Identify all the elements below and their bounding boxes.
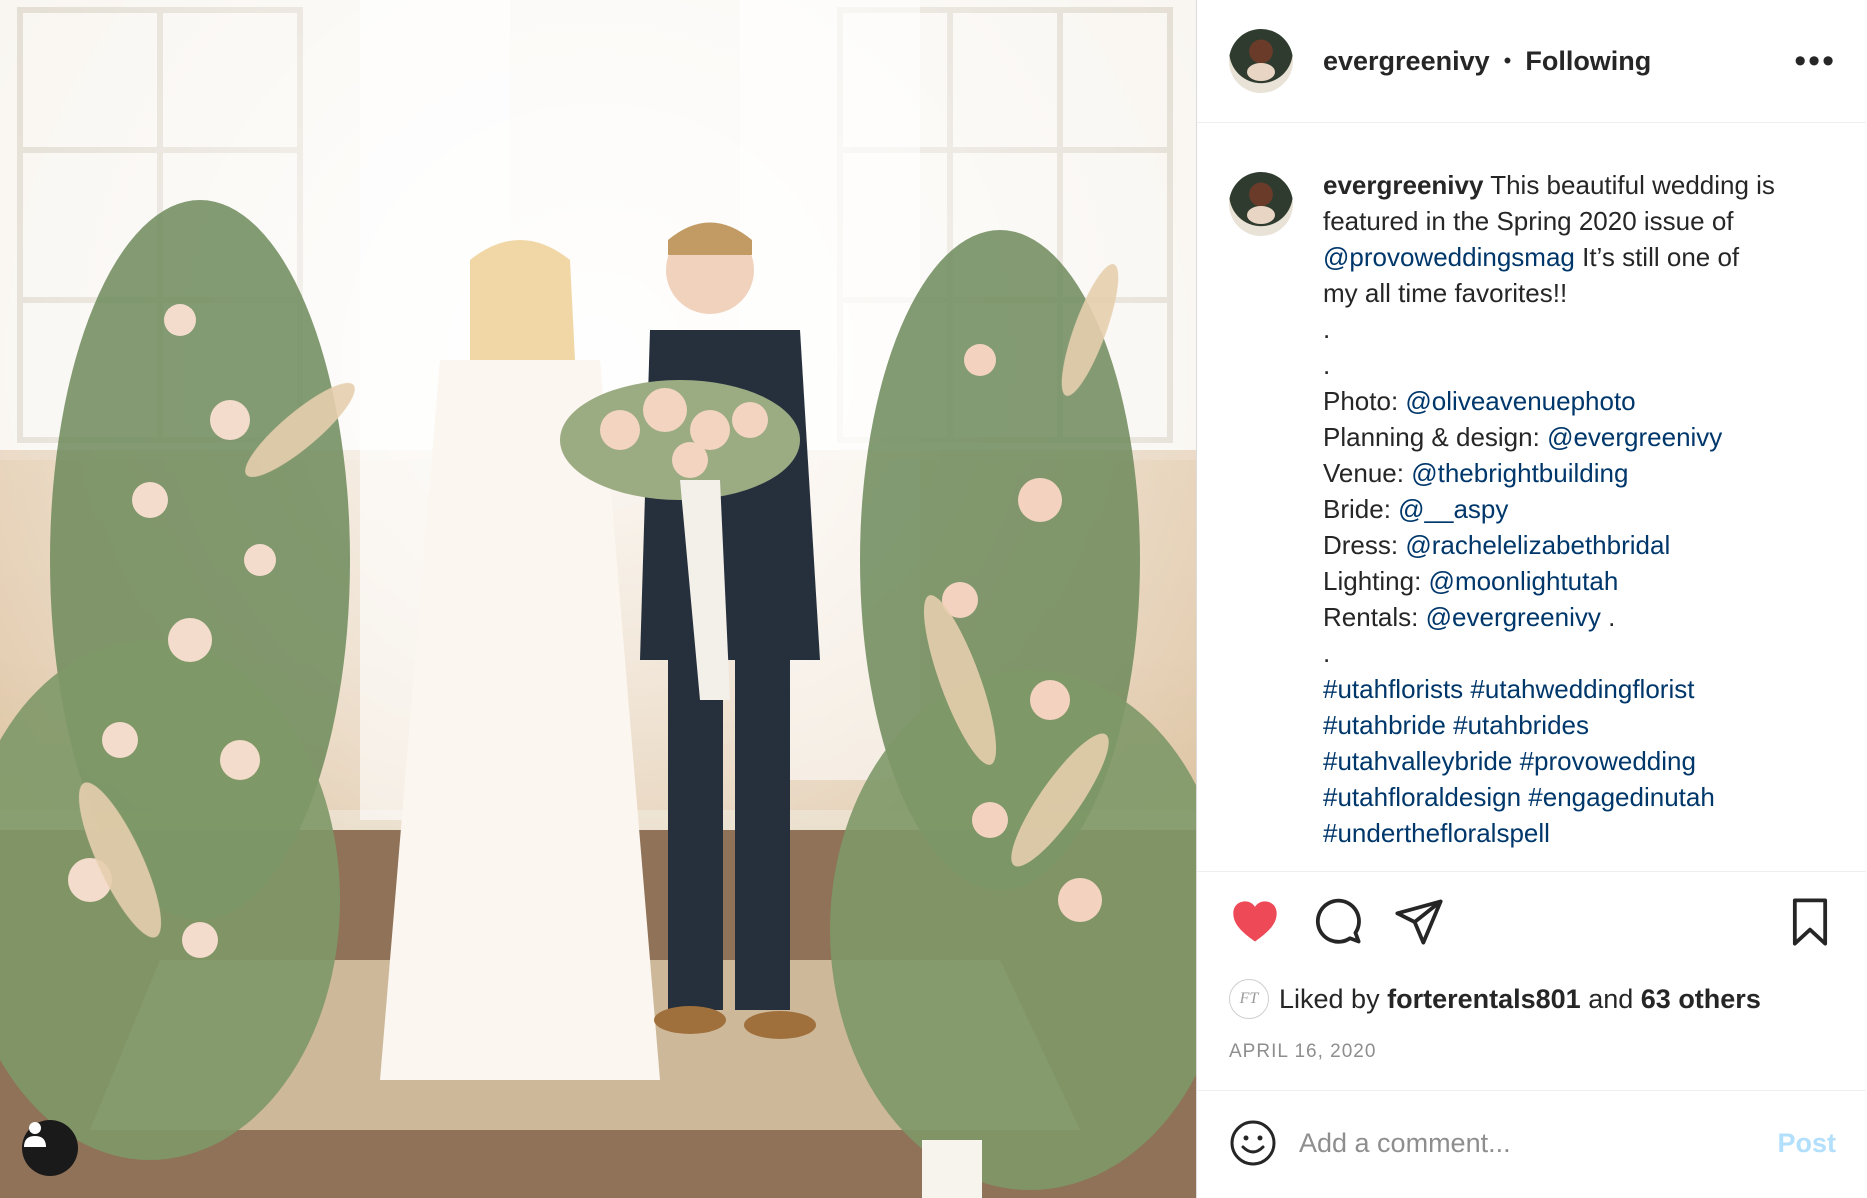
hashtag-link[interactable]: #utahbride bbox=[1323, 710, 1446, 740]
hashtag-link[interactable]: #utahvalleybride bbox=[1323, 746, 1512, 776]
liker-avatar[interactable]: FT bbox=[1229, 979, 1269, 1019]
credit-label: Photo: bbox=[1323, 386, 1399, 416]
credit-handle[interactable]: @__aspy bbox=[1398, 494, 1508, 524]
hashtag-link[interactable]: #underthefloralspell bbox=[1323, 818, 1550, 848]
hashtag-line: #utahvalleybride #provowedding bbox=[1323, 743, 1836, 779]
credit-handle[interactable]: @evergreenivy bbox=[1547, 422, 1722, 452]
hashtag-link[interactable]: #utahbrides bbox=[1453, 710, 1589, 740]
caption-username[interactable]: evergreenivy bbox=[1323, 170, 1483, 200]
comment-icon[interactable] bbox=[1311, 896, 1363, 948]
caption-text-3: It’s still one of bbox=[1582, 242, 1740, 272]
credit-line: Dress: @rachelelizabethbridal bbox=[1323, 527, 1836, 563]
post-comment-button[interactable]: Post bbox=[1777, 1128, 1836, 1159]
post-date[interactable]: APRIL 16, 2020 bbox=[1197, 1027, 1866, 1091]
credit-label: Bride: bbox=[1323, 494, 1391, 524]
post-photo[interactable] bbox=[0, 0, 1196, 1198]
hashtag-link[interactable]: #utahweddingflorist bbox=[1470, 674, 1694, 704]
caption-text-1: This beautiful wedding is bbox=[1490, 170, 1775, 200]
hashtag-link[interactable]: #provowedding bbox=[1520, 746, 1696, 776]
caption-author-avatar[interactable] bbox=[1229, 172, 1293, 236]
comment-box: Post bbox=[1197, 1091, 1866, 1195]
mention-provoweddingsmag[interactable]: @provoweddingsmag bbox=[1323, 242, 1575, 272]
credit-line: Lighting: @moonlightutah bbox=[1323, 563, 1836, 599]
credit-line: Photo: @oliveavenuephoto bbox=[1323, 383, 1836, 419]
tagged-people-button[interactable] bbox=[22, 1120, 78, 1176]
credit-handle[interactable]: @evergreenivy bbox=[1426, 602, 1601, 632]
caption-dot: . bbox=[1323, 350, 1331, 380]
likes-others-link[interactable]: 63 others bbox=[1641, 984, 1761, 1015]
hashtag-line: #utahflorists #utahweddingflorist bbox=[1323, 671, 1836, 707]
person-tag-icon bbox=[24, 1122, 46, 1147]
hashtag-line: #underthefloralspell bbox=[1323, 815, 1836, 851]
heart-icon[interactable] bbox=[1229, 896, 1281, 948]
comment-input[interactable] bbox=[1297, 1126, 1778, 1160]
caption-dot: . bbox=[1323, 638, 1331, 668]
instagram-post: evergreenivy • Following ••• evergreeniv… bbox=[0, 0, 1867, 1198]
credit-label: Lighting: bbox=[1323, 566, 1422, 596]
hashtag-line: #utahfloraldesign #engagedinutah bbox=[1323, 779, 1836, 815]
hashtag-line: #utahbride #utahbrides bbox=[1323, 707, 1836, 743]
hashtag-link[interactable]: #engagedinutah bbox=[1528, 782, 1715, 812]
author-username[interactable]: evergreenivy bbox=[1323, 46, 1490, 77]
emoji-icon[interactable] bbox=[1229, 1119, 1277, 1167]
more-options-button[interactable]: ••• bbox=[1794, 44, 1836, 78]
credit-line: Rentals: @evergreenivy . bbox=[1323, 599, 1836, 635]
share-icon[interactable] bbox=[1393, 896, 1445, 948]
credit-line: Venue: @thebrightbuilding bbox=[1323, 455, 1836, 491]
action-bar bbox=[1197, 871, 1866, 971]
hashtag-link[interactable]: #utahfloraldesign bbox=[1323, 782, 1521, 812]
credit-label: Dress: bbox=[1323, 530, 1399, 560]
author-avatar[interactable] bbox=[1229, 29, 1293, 93]
credit-handle[interactable]: @rachelelizabethbridal bbox=[1405, 530, 1670, 560]
credit-handle[interactable]: @moonlightutah bbox=[1429, 566, 1619, 596]
header-separator: • bbox=[1503, 48, 1512, 73]
caption-text: evergreenivy This beautiful wedding is f… bbox=[1323, 167, 1836, 871]
credit-suffix: . bbox=[1608, 602, 1616, 632]
credit-label: Planning & design: bbox=[1323, 422, 1540, 452]
caption-text-4: my all time favorites!! bbox=[1323, 278, 1568, 308]
caption-area: evergreenivy This beautiful wedding is f… bbox=[1197, 123, 1866, 871]
post-header: evergreenivy • Following ••• bbox=[1197, 0, 1866, 123]
likes-connector: and bbox=[1588, 983, 1634, 1014]
credit-handle[interactable]: @thebrightbuilding bbox=[1411, 458, 1628, 488]
wedding-photo-illustration bbox=[0, 0, 1196, 1198]
following-button[interactable]: Following bbox=[1525, 46, 1651, 77]
credit-line: Planning & design: @evergreenivy bbox=[1323, 419, 1836, 455]
liker-username[interactable]: forterentals801 bbox=[1387, 984, 1581, 1015]
caption-dot: . bbox=[1323, 314, 1331, 344]
credit-line: Bride: @__aspy bbox=[1323, 491, 1836, 527]
credit-label: Venue: bbox=[1323, 458, 1404, 488]
likes-prefix: Liked by bbox=[1279, 983, 1380, 1014]
bookmark-icon[interactable] bbox=[1784, 896, 1836, 948]
credit-handle[interactable]: @oliveavenuephoto bbox=[1405, 386, 1635, 416]
caption-text-2: featured in the Spring 2020 issue of bbox=[1323, 206, 1734, 236]
likes-summary: FT Liked by forterentals801 and 63 other… bbox=[1197, 971, 1866, 1027]
hashtag-link[interactable]: #utahflorists bbox=[1323, 674, 1463, 704]
post-side-panel: evergreenivy • Following ••• evergreeniv… bbox=[1196, 0, 1866, 1198]
credit-label: Rentals: bbox=[1323, 602, 1419, 632]
